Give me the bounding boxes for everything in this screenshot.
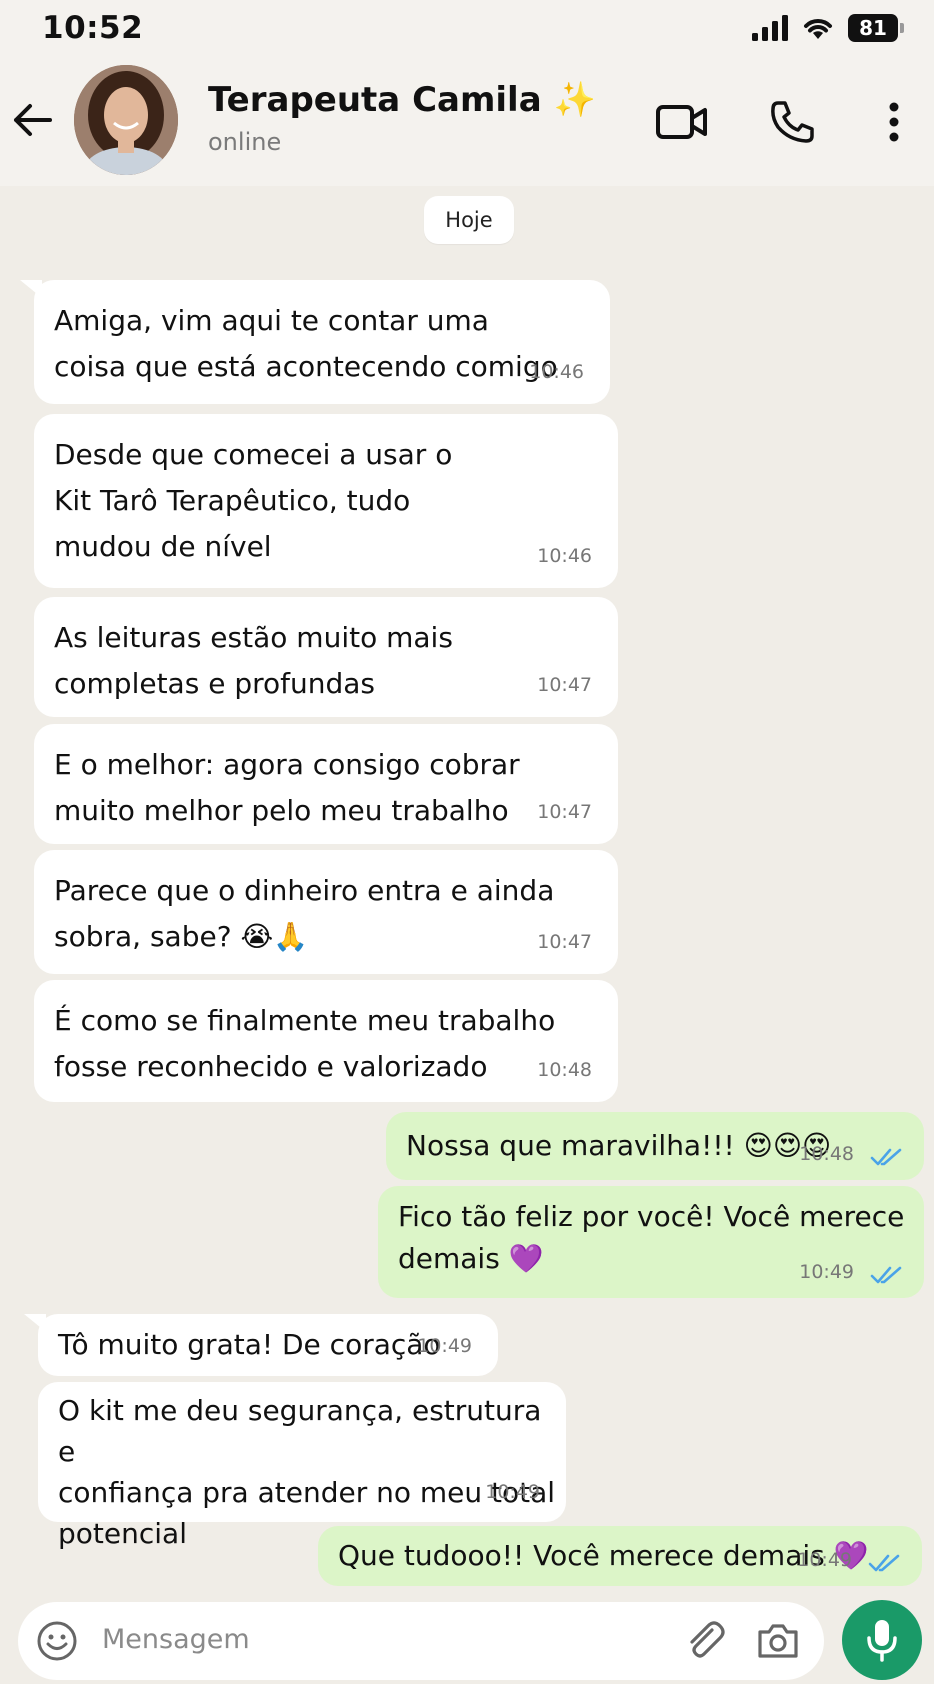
message-bubble-outgoing[interactable]: Fico tão feliz por você! Você merece dem… xyxy=(378,1186,924,1298)
message-bubble[interactable]: É como se finalmente meu trabalho fosse … xyxy=(34,980,618,1102)
message-bubble[interactable]: As leituras estão muito mais completas e… xyxy=(34,597,618,717)
message-text: E o melhor: agora consigo cobrar muito m… xyxy=(54,748,520,827)
message-time: 10:48 xyxy=(799,1143,854,1165)
message-time: 10:47 xyxy=(537,674,592,696)
status-bar: 10:52 81 xyxy=(0,0,934,60)
mic-icon xyxy=(867,1620,897,1662)
message-bubble[interactable]: Tô muito grata! De coração 10:49 xyxy=(24,1314,498,1376)
message-text: Amiga, vim aqui te contar uma coisa que … xyxy=(54,304,558,383)
mic-button[interactable] xyxy=(842,1600,922,1680)
message-bubble[interactable]: Amiga, vim aqui te contar uma coisa que … xyxy=(20,280,610,404)
chat-header: Terapeuta Camila ✨ online xyxy=(0,60,934,186)
message-bubble[interactable]: O kit me deu segurança, estrutura e conf… xyxy=(38,1382,566,1550)
emoji-icon[interactable] xyxy=(36,1620,78,1662)
message-composer: Mensagem xyxy=(18,1602,824,1680)
date-chip: Hoje xyxy=(424,196,514,244)
message-bubble[interactable]: Parece que o dinheiro entra e ainda sobr… xyxy=(34,850,618,974)
message-text: Parece que o dinheiro entra e ainda sobr… xyxy=(54,874,555,953)
message-time: 10:47 xyxy=(537,801,592,823)
message-time: 10:49 xyxy=(485,1481,540,1503)
message-text: As leituras estão muito mais completas e… xyxy=(54,621,453,700)
message-time: 10:49 xyxy=(417,1335,472,1357)
wifi-icon xyxy=(804,19,832,39)
video-call-button[interactable] xyxy=(654,94,710,150)
double-check-icon xyxy=(870,1148,902,1166)
more-options-button[interactable] xyxy=(866,94,922,150)
message-time: 10:46 xyxy=(529,361,584,383)
message-time: 10:46 xyxy=(537,545,592,567)
message-bubble[interactable]: E o melhor: agora consigo cobrar muito m… xyxy=(34,724,618,844)
message-bubble-outgoing[interactable]: Nossa que maravilha!!! 😍😍😍 10:48 xyxy=(386,1112,924,1180)
message-bubble[interactable]: Desde que comecei a usar o Kit Tarô Tera… xyxy=(34,414,618,588)
message-text: Tô muito grata! De coração xyxy=(58,1328,441,1361)
attach-icon[interactable] xyxy=(682,1618,728,1664)
contact-status: online xyxy=(208,128,282,156)
phone-icon xyxy=(771,101,814,143)
message-text: É como se finalmente meu trabalho fosse … xyxy=(54,1004,556,1083)
double-check-icon xyxy=(868,1554,900,1572)
battery-indicator: 81 xyxy=(848,14,904,42)
message-bubble-outgoing[interactable]: Que tudooo!! Você merece demais 💜 10:49 xyxy=(318,1526,922,1586)
signal-icon xyxy=(752,15,788,41)
status-time: 10:52 xyxy=(42,10,144,46)
status-icons: 81 xyxy=(752,14,904,42)
contact-name[interactable]: Terapeuta Camila ✨ xyxy=(208,80,596,120)
video-call-icon xyxy=(656,105,707,139)
back-arrow-icon[interactable] xyxy=(8,96,56,144)
avatar[interactable] xyxy=(74,65,178,175)
message-text: Desde que comecei a usar o Kit Tarô Tera… xyxy=(54,438,453,563)
double-check-icon xyxy=(870,1266,902,1284)
message-time: 10:47 xyxy=(537,931,592,953)
message-time: 10:49 xyxy=(799,1261,854,1283)
message-input[interactable]: Mensagem xyxy=(102,1624,250,1655)
message-text: Que tudooo!! Você merece demais 💜 xyxy=(338,1539,869,1572)
voice-call-button[interactable] xyxy=(764,94,820,150)
message-time: 10:48 xyxy=(537,1059,592,1081)
message-text: Nossa que maravilha!!! 😍😍😍 xyxy=(406,1129,832,1162)
message-time: 10:49 xyxy=(797,1549,852,1571)
more-options-icon xyxy=(889,102,899,142)
camera-icon[interactable] xyxy=(756,1620,800,1662)
